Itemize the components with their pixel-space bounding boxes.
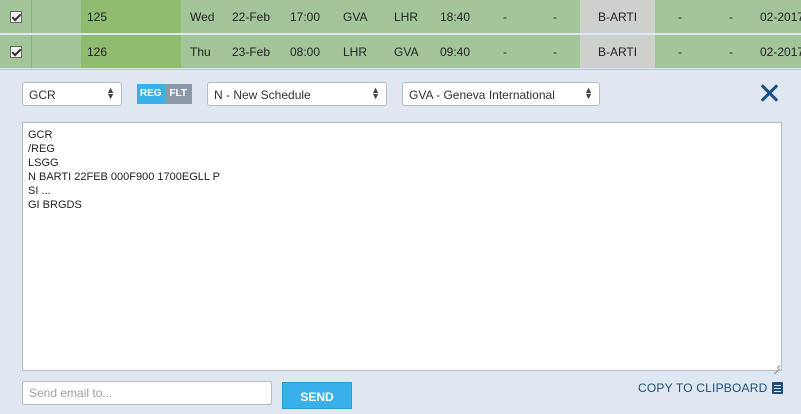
row-registration: B-ARTI bbox=[580, 35, 655, 68]
email-input[interactable] bbox=[22, 381, 272, 405]
toggle-reg[interactable]: REG bbox=[137, 84, 165, 104]
toggle-flt[interactable]: FLT bbox=[164, 84, 192, 104]
schedule-rows: 125 Wed 22-Feb 17:00 GVA LHR 18:40 - - B… bbox=[0, 0, 801, 68]
row-origin: LHR bbox=[343, 45, 368, 59]
checkbox-cell[interactable] bbox=[0, 35, 32, 68]
row-origin: GVA bbox=[343, 10, 368, 24]
row-date: 22-Feb bbox=[232, 10, 271, 24]
row-dash: - bbox=[503, 45, 507, 59]
airport-value: GVA - Geneva International bbox=[409, 88, 555, 102]
row-dash: - bbox=[553, 10, 557, 24]
row-dash: - bbox=[553, 45, 557, 59]
action-select[interactable]: N - New Schedule ▲ ▼ bbox=[207, 82, 387, 106]
resize-icon bbox=[772, 361, 780, 369]
resize-handle[interactable] bbox=[772, 361, 782, 371]
chevron-updown-icon: ▲ ▼ bbox=[106, 85, 115, 101]
chevron-updown-icon: ▲ ▼ bbox=[584, 85, 593, 101]
message-panel: GCR ▲ ▼ REG FLT N - New Schedule ▲ ▼ GVA -… bbox=[0, 69, 801, 414]
chevron-updown-icon: ▲ ▼ bbox=[371, 85, 380, 101]
row-dash: - bbox=[503, 10, 507, 24]
blank-cell bbox=[32, 35, 81, 68]
row-time-end: 09:40 bbox=[440, 45, 471, 59]
action-value: N - New Schedule bbox=[214, 88, 311, 102]
row-dash: - bbox=[678, 10, 682, 24]
copy-to-clipboard-button[interactable]: COPY TO CLIPBOARD bbox=[638, 380, 784, 396]
row-date: 23-Feb bbox=[232, 45, 271, 59]
copy-label: COPY TO CLIPBOARD bbox=[638, 381, 768, 395]
row-dash: - bbox=[678, 45, 682, 59]
row-dash: - bbox=[729, 10, 733, 24]
row-day: Wed bbox=[190, 10, 215, 24]
table-row[interactable]: 126 Thu 23-Feb 08:00 LHR GVA 09:40 - - B… bbox=[0, 35, 801, 68]
checkbox-checked-icon[interactable] bbox=[10, 46, 22, 58]
row-registration: B-ARTI bbox=[580, 0, 655, 33]
row-number: 125 bbox=[81, 0, 181, 33]
airport-select[interactable]: GVA - Geneva International ▲ ▼ bbox=[402, 82, 600, 106]
row-time-end: 18:40 bbox=[440, 10, 471, 24]
message-type-select[interactable]: GCR ▲ ▼ bbox=[22, 82, 122, 106]
row-number: 126 bbox=[81, 35, 181, 68]
table-row[interactable]: 125 Wed 22-Feb 17:00 GVA LHR 18:40 - - B… bbox=[0, 0, 801, 33]
row-day: Thu bbox=[190, 45, 211, 59]
message-textarea[interactable]: GCR /REG LSGG N BARTI 22FEB 000F900 1700… bbox=[22, 122, 782, 371]
blank-cell bbox=[32, 0, 81, 33]
reg-flt-toggle[interactable]: REG FLT bbox=[137, 84, 192, 104]
row-destination: GVA bbox=[394, 45, 419, 59]
row-time-start: 08:00 bbox=[290, 45, 321, 59]
row-dash: - bbox=[729, 45, 733, 59]
message-type-value: GCR bbox=[29, 88, 56, 102]
row-period: 02-2017 bbox=[760, 45, 801, 59]
send-button[interactable]: SEND bbox=[282, 382, 352, 409]
checkbox-cell[interactable] bbox=[0, 0, 32, 33]
checkbox-checked-icon[interactable] bbox=[10, 11, 22, 23]
close-icon[interactable] bbox=[757, 80, 783, 106]
row-destination: LHR bbox=[394, 10, 419, 24]
clipboard-icon bbox=[772, 382, 784, 394]
row-period: 02-2017 bbox=[760, 10, 801, 24]
row-time-start: 17:00 bbox=[290, 10, 321, 24]
